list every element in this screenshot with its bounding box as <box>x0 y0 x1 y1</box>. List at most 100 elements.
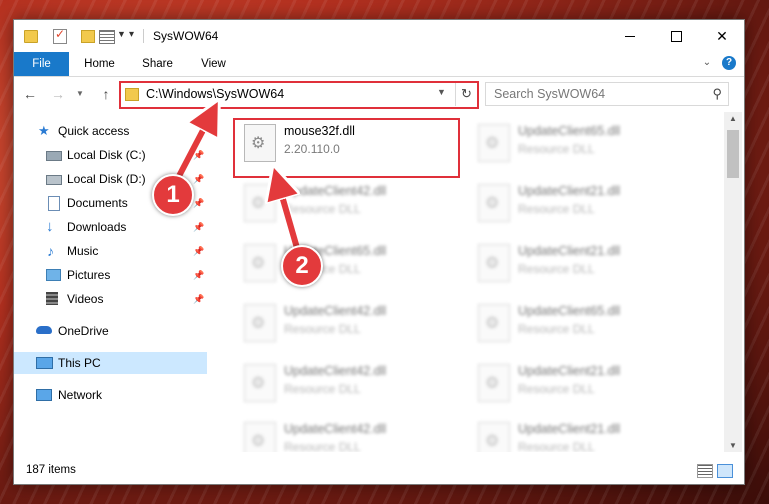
scroll-down-icon[interactable]: ▼ <box>729 441 737 450</box>
dll-file-icon <box>478 244 510 282</box>
file-name: UpdateClient21.dll <box>518 244 621 258</box>
file-tile[interactable]: UpdateClient42.dll Resource DLL <box>236 178 456 230</box>
scroll-up-icon[interactable]: ▲ <box>729 114 737 123</box>
title-bar: ▼ ▾ SysWOW64 ✕ <box>14 20 744 52</box>
tab-file[interactable]: File <box>14 52 69 76</box>
dll-file-icon <box>478 364 510 402</box>
up-arrow-icon[interactable]: ↑ <box>98 86 114 102</box>
file-detail: Resource DLL <box>518 382 595 396</box>
file-tile[interactable]: UpdateClient65.dll Resource DLL <box>470 298 690 350</box>
file-detail: Resource DLL <box>284 202 361 216</box>
file-highlight-box <box>233 118 460 178</box>
properties-check-icon[interactable] <box>53 27 67 44</box>
file-name: UpdateClient21.dll <box>518 422 621 436</box>
help-button[interactable]: ? <box>722 56 736 70</box>
pin-icon[interactable]: 📌 <box>193 144 204 166</box>
close-icon: ✕ <box>716 27 728 44</box>
window-title: SysWOW64 <box>153 29 219 43</box>
file-detail: Resource DLL <box>284 382 361 396</box>
vertical-scrollbar[interactable]: ▲ ▼ <box>724 112 742 452</box>
pin-icon[interactable]: 📌 <box>193 264 204 286</box>
downloads-icon: ↓ <box>46 218 54 235</box>
back-arrow-icon[interactable]: ← <box>22 86 38 102</box>
file-detail: Resource DLL <box>518 202 595 216</box>
file-tile[interactable]: UpdateClient42.dll Resource DLL <box>236 298 456 350</box>
sidebar-item-videos[interactable]: Videos 📌 <box>14 288 207 310</box>
pin-icon[interactable]: 📌 <box>193 216 204 238</box>
view-properties-icon[interactable] <box>99 30 115 44</box>
pin-icon[interactable]: 📌 <box>193 240 204 262</box>
navigation-pane: ★ Quick access Local Disk (C:) 📌 Local D… <box>14 112 210 452</box>
explorer-window: ▼ ▾ SysWOW64 ✕ File Home Share View ⌄ ? … <box>13 19 745 485</box>
tab-home[interactable]: Home <box>77 52 122 76</box>
sidebar-item-onedrive[interactable]: OneDrive <box>14 320 207 342</box>
file-detail: Resource DLL <box>518 142 595 156</box>
item-count: 187 items <box>26 464 76 476</box>
sidebar-item-music[interactable]: ♪ Music 📌 <box>14 240 207 262</box>
tab-share[interactable]: Share <box>135 52 180 76</box>
search-icon: ⚲ <box>712 86 722 101</box>
sidebar-item-pictures[interactable]: Pictures 📌 <box>14 264 207 286</box>
dll-file-icon <box>244 364 276 402</box>
dll-file-icon <box>478 304 510 342</box>
sidebar-item-this-pc[interactable]: This PC <box>14 352 207 374</box>
file-detail: Resource DLL <box>518 322 595 336</box>
sidebar-item-network[interactable]: Network <box>14 384 207 406</box>
customize-toolbar-icon[interactable]: ▾ <box>129 29 139 43</box>
step-1-badge: 1 <box>152 174 194 216</box>
file-tile[interactable]: UpdateClient65.dll Resource DLL <box>236 238 456 290</box>
recent-locations-icon[interactable]: ▼ <box>72 86 88 102</box>
sidebar-item-quick-access[interactable]: ★ Quick access <box>14 120 207 142</box>
forward-arrow-icon[interactable]: → <box>50 86 66 102</box>
details-view-icon[interactable] <box>697 464 713 478</box>
file-tile[interactable]: UpdateClient42.dll Resource DLL <box>236 358 456 410</box>
search-box[interactable]: Search SysWOW64 ⚲ <box>485 82 729 106</box>
file-detail: Resource DLL <box>518 262 595 276</box>
drive-icon <box>46 175 62 185</box>
sidebar-item-local-disk-c[interactable]: Local Disk (C:) 📌 <box>14 144 207 166</box>
pin-icon[interactable]: 📌 <box>193 192 204 214</box>
dll-file-icon <box>244 184 276 222</box>
onedrive-icon <box>36 326 52 334</box>
status-bar: 187 items <box>14 452 744 484</box>
documents-icon <box>48 196 60 211</box>
file-name: UpdateClient21.dll <box>518 184 621 198</box>
search-input[interactable]: Search SysWOW64 <box>494 87 605 101</box>
file-name: UpdateClient65.dll <box>518 124 621 138</box>
dll-file-icon <box>244 244 276 282</box>
maximize-button[interactable] <box>653 20 699 52</box>
scroll-thumb[interactable] <box>727 130 739 178</box>
file-name: UpdateClient65.dll <box>518 304 621 318</box>
drive-icon <box>46 151 62 161</box>
file-tile[interactable]: UpdateClient21.dll Resource DLL <box>470 238 690 290</box>
computer-icon <box>36 357 53 369</box>
ribbon-tabs: File Home Share View ⌄ ? <box>14 52 744 77</box>
close-button[interactable]: ✕ <box>699 20 744 52</box>
dll-file-icon <box>478 124 510 162</box>
title-separator <box>143 29 144 43</box>
address-highlight-box <box>119 81 479 109</box>
dll-file-icon <box>478 184 510 222</box>
file-name: UpdateClient21.dll <box>518 364 621 378</box>
large-icons-view-icon[interactable] <box>717 464 733 478</box>
file-name: UpdateClient42.dll <box>284 304 387 318</box>
tab-view[interactable]: View <box>191 52 236 76</box>
network-icon <box>36 389 52 401</box>
videos-icon <box>46 292 58 305</box>
music-icon: ♪ <box>47 243 54 259</box>
file-tile[interactable]: UpdateClient21.dll Resource DLL <box>470 178 690 230</box>
quick-access-dropdown-icon[interactable]: ▼ <box>117 29 126 43</box>
file-name: UpdateClient42.dll <box>284 184 387 198</box>
sidebar-item-downloads[interactable]: ↓ Downloads 📌 <box>14 216 207 238</box>
file-name: UpdateClient42.dll <box>284 422 387 436</box>
pin-icon[interactable]: 📌 <box>193 168 204 190</box>
folder-icon <box>24 30 38 43</box>
new-folder-icon[interactable] <box>81 30 95 43</box>
file-tile[interactable]: UpdateClient65.dll Resource DLL <box>470 118 690 170</box>
star-icon: ★ <box>38 123 50 138</box>
pin-icon[interactable]: 📌 <box>193 288 204 310</box>
file-tile[interactable]: UpdateClient21.dll Resource DLL <box>470 358 690 410</box>
minimize-button[interactable] <box>607 20 653 52</box>
expand-ribbon-icon[interactable]: ⌄ <box>701 57 713 69</box>
pictures-icon <box>46 269 61 281</box>
